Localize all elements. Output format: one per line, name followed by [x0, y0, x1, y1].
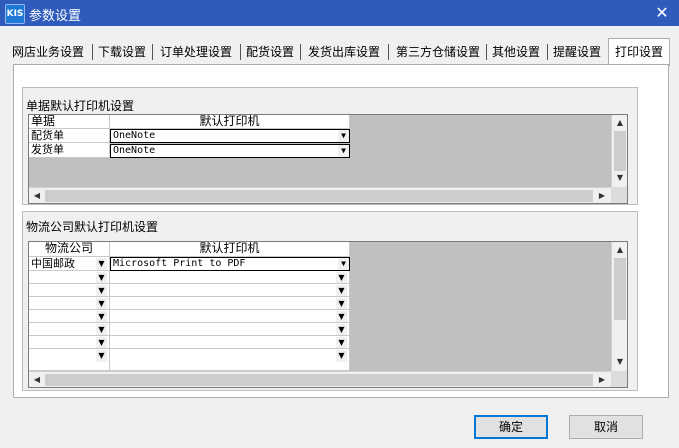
print-settings-panel: 单据默认打印机设置 单据 默认打印机 配货单 OneNote ▼ 发货单 One…: [13, 64, 669, 398]
chevron-down-icon[interactable]: ▼: [338, 145, 349, 157]
chevron-down-icon[interactable]: ▼: [96, 324, 107, 335]
tab-separator: [547, 44, 548, 60]
scrollbar-thumb[interactable]: [614, 131, 626, 171]
doc-printer-group-label: 单据默认打印机设置: [26, 97, 135, 114]
chevron-down-icon[interactable]: ▼: [336, 350, 347, 362]
scroll-left-icon[interactable]: ◀: [30, 189, 44, 203]
printer-select[interactable]: Microsoft Print to PDF ▼: [110, 257, 350, 271]
scrollbar-thumb[interactable]: [45, 190, 593, 202]
vertical-scrollbar[interactable]: ▲ ▼: [611, 242, 627, 371]
title-bar: KIS 参数设置 ✕: [0, 0, 679, 26]
printer-value: OneNote: [113, 130, 156, 141]
tab-shipping[interactable]: 发货出库设置: [304, 40, 384, 64]
doc-name-cell: 配货单: [29, 129, 110, 143]
chevron-down-icon[interactable]: ▼: [96, 258, 107, 270]
tab-picking[interactable]: 配货设置: [244, 40, 296, 64]
scroll-down-icon[interactable]: ▼: [613, 355, 627, 369]
chevron-down-icon[interactable]: ▼: [336, 285, 347, 296]
scrollbar-corner: [611, 371, 627, 387]
printer-select[interactable]: ▼: [110, 284, 350, 297]
chevron-down-icon[interactable]: ▼: [336, 311, 347, 322]
company-value: 中国邮政: [31, 257, 75, 270]
tab-other[interactable]: 其他设置: [489, 40, 543, 64]
chevron-down-icon[interactable]: ▼: [96, 285, 107, 296]
chevron-down-icon[interactable]: ▼: [96, 337, 107, 348]
company-select[interactable]: ▼: [29, 297, 110, 310]
app-logo-icon: KIS: [5, 4, 25, 24]
column-header-printer: 默认打印机: [110, 242, 350, 257]
logistics-printer-group-label: 物流公司默认打印机设置: [26, 218, 159, 235]
column-header-printer: 默认打印机: [110, 115, 350, 129]
ok-button[interactable]: 确定: [474, 415, 548, 439]
printer-select[interactable]: ▼: [110, 310, 350, 323]
printer-select[interactable]: ▼: [110, 323, 350, 336]
tab-separator: [300, 44, 301, 60]
chevron-down-icon[interactable]: ▼: [336, 298, 347, 309]
chevron-down-icon[interactable]: ▼: [336, 272, 347, 283]
doc-name-cell: 发货单: [29, 143, 110, 158]
window-title: 参数设置: [29, 9, 82, 24]
company-select[interactable]: ▼: [29, 323, 110, 336]
chevron-down-icon[interactable]: ▼: [338, 258, 349, 270]
printer-select[interactable]: OneNote ▼: [110, 144, 350, 158]
chevron-down-icon[interactable]: ▼: [96, 272, 107, 283]
doc-printer-grid: 单据 默认打印机 配货单 OneNote ▼ 发货单 OneNote ▼ ▲ ▼…: [28, 114, 628, 204]
vertical-scrollbar[interactable]: ▲ ▼: [611, 115, 627, 187]
horizontal-scrollbar[interactable]: ◀ ▶: [29, 187, 611, 203]
tab-separator: [152, 44, 153, 60]
tab-separator: [388, 44, 389, 60]
chevron-down-icon[interactable]: ▼: [336, 324, 347, 335]
company-select[interactable]: ▼: [29, 310, 110, 323]
tab-separator: [486, 44, 487, 60]
close-button[interactable]: ✕: [645, 0, 679, 26]
scrollbar-thumb[interactable]: [45, 374, 593, 386]
tab-separator: [92, 44, 93, 60]
chevron-down-icon[interactable]: ▼: [338, 130, 349, 142]
tab-online-store[interactable]: 网店业务设置: [8, 40, 88, 64]
column-header-doc: 单据: [29, 115, 110, 129]
scroll-up-icon[interactable]: ▲: [613, 243, 627, 257]
chevron-down-icon[interactable]: ▼: [96, 311, 107, 322]
horizontal-scrollbar[interactable]: ◀ ▶: [29, 371, 611, 387]
tab-reminder[interactable]: 提醒设置: [550, 40, 604, 64]
chevron-down-icon[interactable]: ▼: [336, 337, 347, 348]
company-select[interactable]: 中国邮政 ▼: [29, 257, 110, 271]
printer-select[interactable]: ▼: [110, 336, 350, 349]
logistics-printer-grid: 物流公司 默认打印机 中国邮政 ▼ Microsoft Print to PDF…: [28, 241, 628, 388]
scrollbar-corner: [611, 187, 627, 203]
company-select[interactable]: ▼: [29, 336, 110, 349]
scroll-left-icon[interactable]: ◀: [30, 373, 44, 387]
chevron-down-icon[interactable]: ▼: [96, 298, 107, 309]
company-select[interactable]: ▼: [29, 349, 110, 371]
printer-value: OneNote: [113, 145, 156, 156]
printer-select[interactable]: ▼: [110, 271, 350, 284]
printer-select[interactable]: OneNote ▼: [110, 129, 350, 143]
company-select[interactable]: ▼: [29, 284, 110, 297]
tab-print[interactable]: 打印设置: [608, 38, 670, 66]
tab-separator: [240, 44, 241, 60]
scroll-down-icon[interactable]: ▼: [613, 171, 627, 185]
scroll-up-icon[interactable]: ▲: [613, 116, 627, 130]
scrollbar-thumb[interactable]: [614, 258, 626, 320]
tab-third-party-warehouse[interactable]: 第三方仓储设置: [392, 40, 484, 64]
company-select[interactable]: ▼: [29, 271, 110, 284]
printer-select[interactable]: ▼: [110, 349, 350, 371]
column-header-company: 物流公司: [29, 242, 110, 257]
chevron-down-icon[interactable]: ▼: [96, 350, 107, 362]
printer-select[interactable]: ▼: [110, 297, 350, 310]
tab-download[interactable]: 下载设置: [96, 40, 148, 64]
cancel-button[interactable]: 取消: [569, 415, 643, 439]
tab-order-processing[interactable]: 订单处理设置: [156, 40, 236, 64]
printer-value: Microsoft Print to PDF: [113, 258, 246, 269]
close-icon: ✕: [655, 3, 669, 22]
scroll-right-icon[interactable]: ▶: [595, 373, 609, 387]
scroll-right-icon[interactable]: ▶: [595, 189, 609, 203]
